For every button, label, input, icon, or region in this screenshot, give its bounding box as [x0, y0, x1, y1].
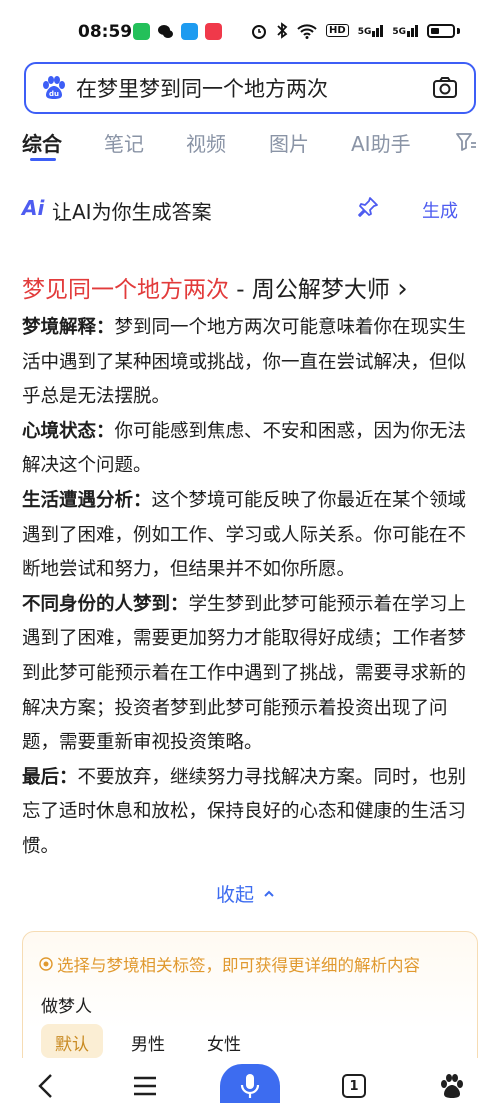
battery-icon [427, 23, 455, 38]
result-body: 梦境解释：梦到同一个地方两次可能意味着你在现实生活中遇到了某种困境或挑战，你一直… [22, 311, 467, 865]
chevron-right-icon: › [397, 274, 408, 304]
pin-icon[interactable] [356, 195, 380, 219]
search-tabs: 综合 笔记 视频 图片 AI助手 [0, 122, 500, 168]
hd-badge: HD [326, 24, 349, 37]
generate-button[interactable]: 生成 [422, 197, 458, 223]
wechat-app-icon [157, 23, 174, 40]
tag-option-default[interactable]: 默认 [41, 1024, 103, 1058]
section-explanation: 梦境解释：梦到同一个地方两次可能意味着你在现实生活中遇到了某种困境或挑战，你一直… [22, 317, 466, 407]
status-bar: 08:59 HD 5G 5G [0, 0, 500, 64]
alarm-icon [252, 24, 267, 39]
section-label: 生活遭遇分析： [22, 489, 152, 511]
bottom-nav: 1 [0, 1058, 500, 1103]
tag-option-female[interactable]: 女性 [193, 1024, 255, 1058]
section-finally: 最后：不要放弃，继续努力寻找解决方案。同时，也别忘了适时休息和放松，保持良好的心… [22, 767, 466, 857]
tag-hint: 选择与梦境相关标签，即可获得更详细的解析内容 [39, 952, 420, 976]
status-right-cluster: HD 5G 5G [251, 22, 460, 39]
section-label: 梦境解释： [22, 317, 115, 338]
voice-search-button[interactable] [220, 1064, 280, 1103]
gift-app-icon [205, 23, 222, 40]
tab-videos[interactable]: 视频 [186, 128, 226, 157]
status-time: 08:59 [78, 22, 133, 42]
search-bar[interactable]: du 在梦里梦到同一个地方两次 [24, 62, 476, 114]
result-title-highlight: 梦见同一个地方两次 [22, 277, 229, 303]
section-label: 不同身份的人梦到： [22, 593, 189, 615]
collapse-label: 收起 [216, 884, 255, 906]
section-text: 不要放弃，继续努力寻找解决方案。同时，也别忘了适时休息和放松，保持良好的心态和健… [22, 766, 467, 857]
tab-count-button[interactable]: 1 [342, 1074, 366, 1098]
dreamer-label: 做梦人 [41, 997, 92, 1017]
tab-ai-assistant[interactable]: AI助手 [351, 128, 411, 157]
wifi-icon [297, 23, 317, 39]
section-text: 学生梦到此梦可能预示着在学习上遇到了困难，需要更加努力才能取得好成绩；工作者梦到… [22, 593, 467, 754]
ai-prompt-text: 让AI为你生成答案 [52, 200, 212, 224]
menu-icon[interactable] [132, 1074, 158, 1098]
chevron-up-icon [264, 890, 274, 897]
svg-text:du: du [49, 90, 59, 98]
section-life-analysis: 生活遭遇分析：这个梦境可能反映了你最近在某个领域遇到了困难，例如工作、学习或人际… [22, 490, 466, 580]
section-label: 心境状态： [22, 420, 115, 442]
tag-hint-text: 选择与梦境相关标签，即可获得更详细的解析内容 [57, 956, 420, 975]
cloud-app-icon [181, 23, 198, 40]
message-app-icon [133, 23, 150, 40]
section-identities: 不同身份的人梦到：学生梦到此梦可能预示着在学习上遇到了困难，需要更加努力才能取得… [22, 594, 466, 753]
signal-2: 5G [392, 24, 418, 37]
section-mood: 心境状态：你可能感到焦虑、不安和困惑，因为你无法解决这个问题。 [22, 421, 466, 477]
back-icon[interactable] [34, 1072, 58, 1100]
ai-logo: Ai [22, 196, 45, 220]
microphone-icon [240, 1074, 260, 1098]
section-label: 最后： [22, 766, 78, 788]
camera-icon[interactable] [432, 75, 458, 101]
baidu-home-icon[interactable] [438, 1072, 466, 1100]
tab-images[interactable]: 图片 [269, 128, 309, 157]
baidu-paw-icon: du [43, 76, 65, 99]
collapse-button[interactable]: 收起 [216, 880, 276, 907]
hint-icon [39, 957, 53, 971]
signal-1: 5G [358, 24, 384, 37]
result-title-source: - 周公解梦大师 [229, 277, 390, 303]
tab-all[interactable]: 综合 [22, 128, 62, 157]
bluetooth-icon [277, 22, 288, 39]
ai-answer-bar: Ai 让AI为你生成答案 生成 [22, 190, 462, 228]
dream-tag-card: 选择与梦境相关标签，即可获得更详细的解析内容 做梦人 默认 男性 女性 [22, 931, 478, 1071]
tag-option-male[interactable]: 男性 [117, 1024, 179, 1058]
filter-icon[interactable] [455, 131, 477, 153]
search-input[interactable]: 在梦里梦到同一个地方两次 [76, 73, 432, 103]
tab-notes[interactable]: 笔记 [104, 128, 144, 157]
active-tab-indicator [30, 158, 56, 161]
result-title-link[interactable]: 梦见同一个地方两次 - 周公解梦大师 › [22, 270, 408, 304]
